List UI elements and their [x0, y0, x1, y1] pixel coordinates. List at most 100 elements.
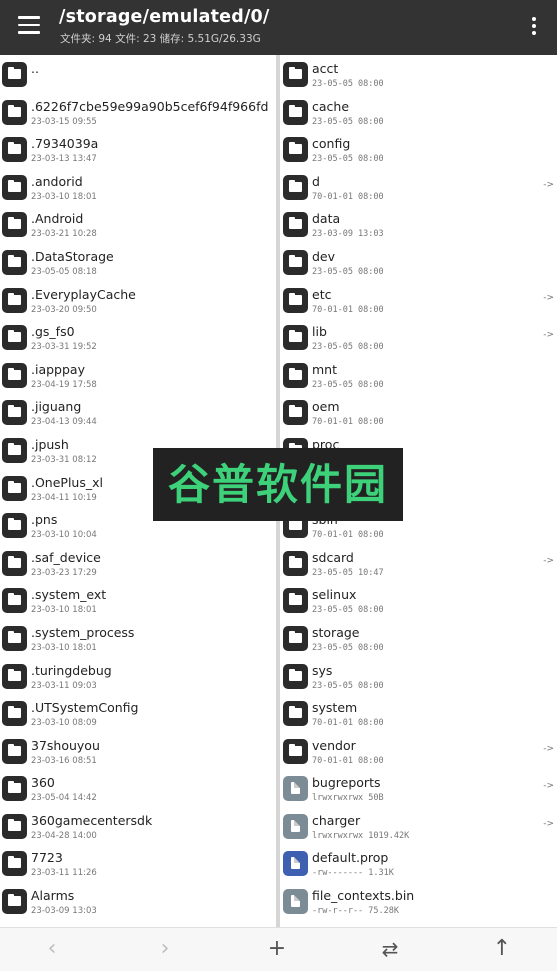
file-list-item[interactable]: .jiguang 23-04-13 09:44: [0, 393, 276, 431]
file-list-item[interactable]: .saf_device 23-03-23 17:29: [0, 544, 276, 582]
file-meta: 23-03-11 09:03: [31, 680, 97, 691]
file-meta: 23-05-05 08:00: [312, 605, 384, 616]
file-list-item[interactable]: sys 23-05-05 08:00: [280, 657, 557, 695]
file-name: .iapppay: [31, 361, 85, 377]
file-list-item[interactable]: ..: [0, 55, 276, 93]
file-list-item[interactable]: .system_ext 23-03-10 18:01: [0, 581, 276, 619]
file-meta: 23-05-04 14:42: [31, 793, 97, 804]
file-list-item[interactable]: .gs_fs0 23-03-31 19:52: [0, 318, 276, 356]
file-meta: 23-04-13 09:44: [31, 417, 97, 428]
symlink-indicator: ->: [543, 555, 554, 566]
file-list-item[interactable]: sdcard 23-05-05 10:47 ->: [280, 544, 557, 582]
file-list-item[interactable]: vendor 70-01-01 08:00 ->: [280, 732, 557, 770]
file-list-item[interactable]: file_contexts.bin -rw-r--r-- 75.28K: [280, 882, 557, 920]
file-list-item[interactable]: acct 23-05-05 08:00: [280, 55, 557, 93]
file-name: file_contexts.bin: [312, 888, 415, 904]
file-list-item[interactable]: mnt 23-05-05 08:00: [280, 356, 557, 394]
file-name: bugreports: [312, 775, 381, 791]
folder-icon: [2, 400, 27, 426]
folder-icon: [2, 813, 27, 839]
file-meta: 23-03-10 08:09: [31, 718, 97, 729]
file-meta: 23-03-31 19:52: [31, 342, 97, 353]
file-meta: 23-03-10 10:04: [31, 530, 97, 541]
file-name: mnt: [312, 361, 337, 377]
storage-stats: 文件夹: 94 文件: 23 储存: 5.51G/26.33G: [60, 33, 261, 45]
menu-icon[interactable]: [18, 16, 40, 34]
file-meta: 23-03-10 18:01: [31, 642, 97, 653]
file-list-item[interactable]: bugreports lrwxrwxrwx 50B ->: [280, 769, 557, 807]
file-list-item[interactable]: oem 70-01-01 08:00: [280, 393, 557, 431]
folder-icon: [283, 738, 308, 764]
file-meta: 70-01-01 08:00: [312, 304, 384, 315]
file-list-item[interactable]: .6226f7cbe59e99a90b5cef6f94f966fd 23-03-1…: [0, 93, 276, 131]
folder-icon: [2, 738, 27, 764]
file-meta: 23-05-05 08:00: [312, 79, 384, 89]
parent-directory-button[interactable]: ↑: [487, 936, 517, 962]
bottom-toolbar: ‹ › + ⇄ ↑: [0, 927, 557, 971]
file-list-item[interactable]: .andorid 23-03-10 18:01: [0, 168, 276, 206]
file-list-item[interactable]: d 70-01-01 08:00 ->: [280, 168, 557, 206]
file-name: dev: [312, 248, 336, 264]
forward-button[interactable]: ›: [150, 936, 180, 962]
file-list-item[interactable]: 360 23-05-04 14:42: [0, 769, 276, 807]
file-list-item[interactable]: cache 23-05-05 08:00: [280, 93, 557, 131]
file-meta: 23-05-05 08:00: [312, 154, 384, 165]
file-list-item[interactable]: 360gamecentersdk 23-04-28 14:00: [0, 807, 276, 845]
file-name: .gs_fs0: [31, 324, 75, 340]
file-list-item[interactable]: config 23-05-05 08:00: [280, 130, 557, 168]
file-name: Alarms: [31, 888, 75, 904]
folder-icon: [2, 174, 27, 200]
file-meta: 70-01-01 08:00: [312, 718, 384, 729]
file-name: system: [312, 700, 358, 716]
file-meta: 23-05-05 08:18: [31, 266, 97, 277]
file-name: lib: [312, 324, 327, 340]
file-list-item[interactable]: storage 23-05-05 08:00: [280, 619, 557, 657]
file-list-item[interactable]: selinux 23-05-05 08:00: [280, 581, 557, 619]
file-list-item[interactable]: .turingdebug 23-03-11 09:03: [0, 657, 276, 695]
watermark-logo: 谷普软件园: [153, 448, 403, 521]
file-meta: 70-01-01 08:00: [312, 191, 384, 202]
file-name: .UTSystemConfig: [31, 700, 139, 716]
file-name: oem: [312, 399, 340, 415]
file-name: default.prop: [312, 850, 389, 866]
swap-panes-button[interactable]: ⇄: [375, 936, 405, 962]
file-list-item[interactable]: data 23-03-09 13:03: [280, 205, 557, 243]
file-name: cache: [312, 98, 350, 114]
file-name: .EveryplayCache: [31, 286, 136, 302]
file-list-item[interactable]: 7723 23-03-11 11:26: [0, 844, 276, 882]
file-name: etc: [312, 286, 332, 302]
folder-icon: [283, 325, 308, 351]
folder-icon: [283, 400, 308, 426]
file-list-item[interactable]: etc 70-01-01 08:00 ->: [280, 281, 557, 319]
file-list-item[interactable]: .7934039a 23-03-13 13:47: [0, 130, 276, 168]
folder-icon: [283, 550, 308, 576]
file-list-item[interactable]: default.prop -rw------- 1.31K: [280, 844, 557, 882]
file-list-item[interactable]: .Android 23-03-21 10:28: [0, 205, 276, 243]
file-list-item[interactable]: dev 23-05-05 08:00: [280, 243, 557, 281]
file-list-item[interactable]: charger lrwxrwxrwx 1019.42K ->: [280, 807, 557, 845]
file-list-item[interactable]: 37shouyou 23-03-16 08:51: [0, 732, 276, 770]
folder-icon: [2, 588, 27, 614]
file-name: d: [312, 173, 320, 189]
more-options-icon[interactable]: [531, 17, 537, 37]
file-list-item[interactable]: Alarms 23-03-09 13:03: [0, 882, 276, 920]
folder-icon: [2, 249, 27, 275]
file-list-item[interactable]: .system_process 23-03-10 18:01: [0, 619, 276, 657]
file-meta: 23-03-21 10:28: [31, 229, 97, 240]
file-meta: 23-03-15 09:55: [31, 116, 97, 127]
file-list-item[interactable]: .UTSystemConfig 23-03-10 08:09: [0, 694, 276, 732]
add-button[interactable]: +: [262, 936, 292, 962]
file-list-item[interactable]: .DataStorage 23-05-05 08:18: [0, 243, 276, 281]
folder-icon: [283, 174, 308, 200]
file-name: acct: [312, 61, 339, 76]
file-list-item[interactable]: .iapppay 23-04-19 17:58: [0, 356, 276, 394]
current-path: /storage/emulated/0/: [59, 7, 270, 27]
file-name: vendor: [312, 737, 356, 753]
file-meta: 23-04-19 17:58: [31, 379, 97, 390]
file-list-item[interactable]: system 70-01-01 08:00: [280, 694, 557, 732]
back-button[interactable]: ‹: [37, 936, 67, 962]
file-list-item[interactable]: .EveryplayCache 23-03-20 09:50: [0, 281, 276, 319]
folder-icon: [283, 137, 308, 163]
file-list-item[interactable]: lib 23-05-05 08:00 ->: [280, 318, 557, 356]
file-name: sdcard: [312, 549, 354, 565]
